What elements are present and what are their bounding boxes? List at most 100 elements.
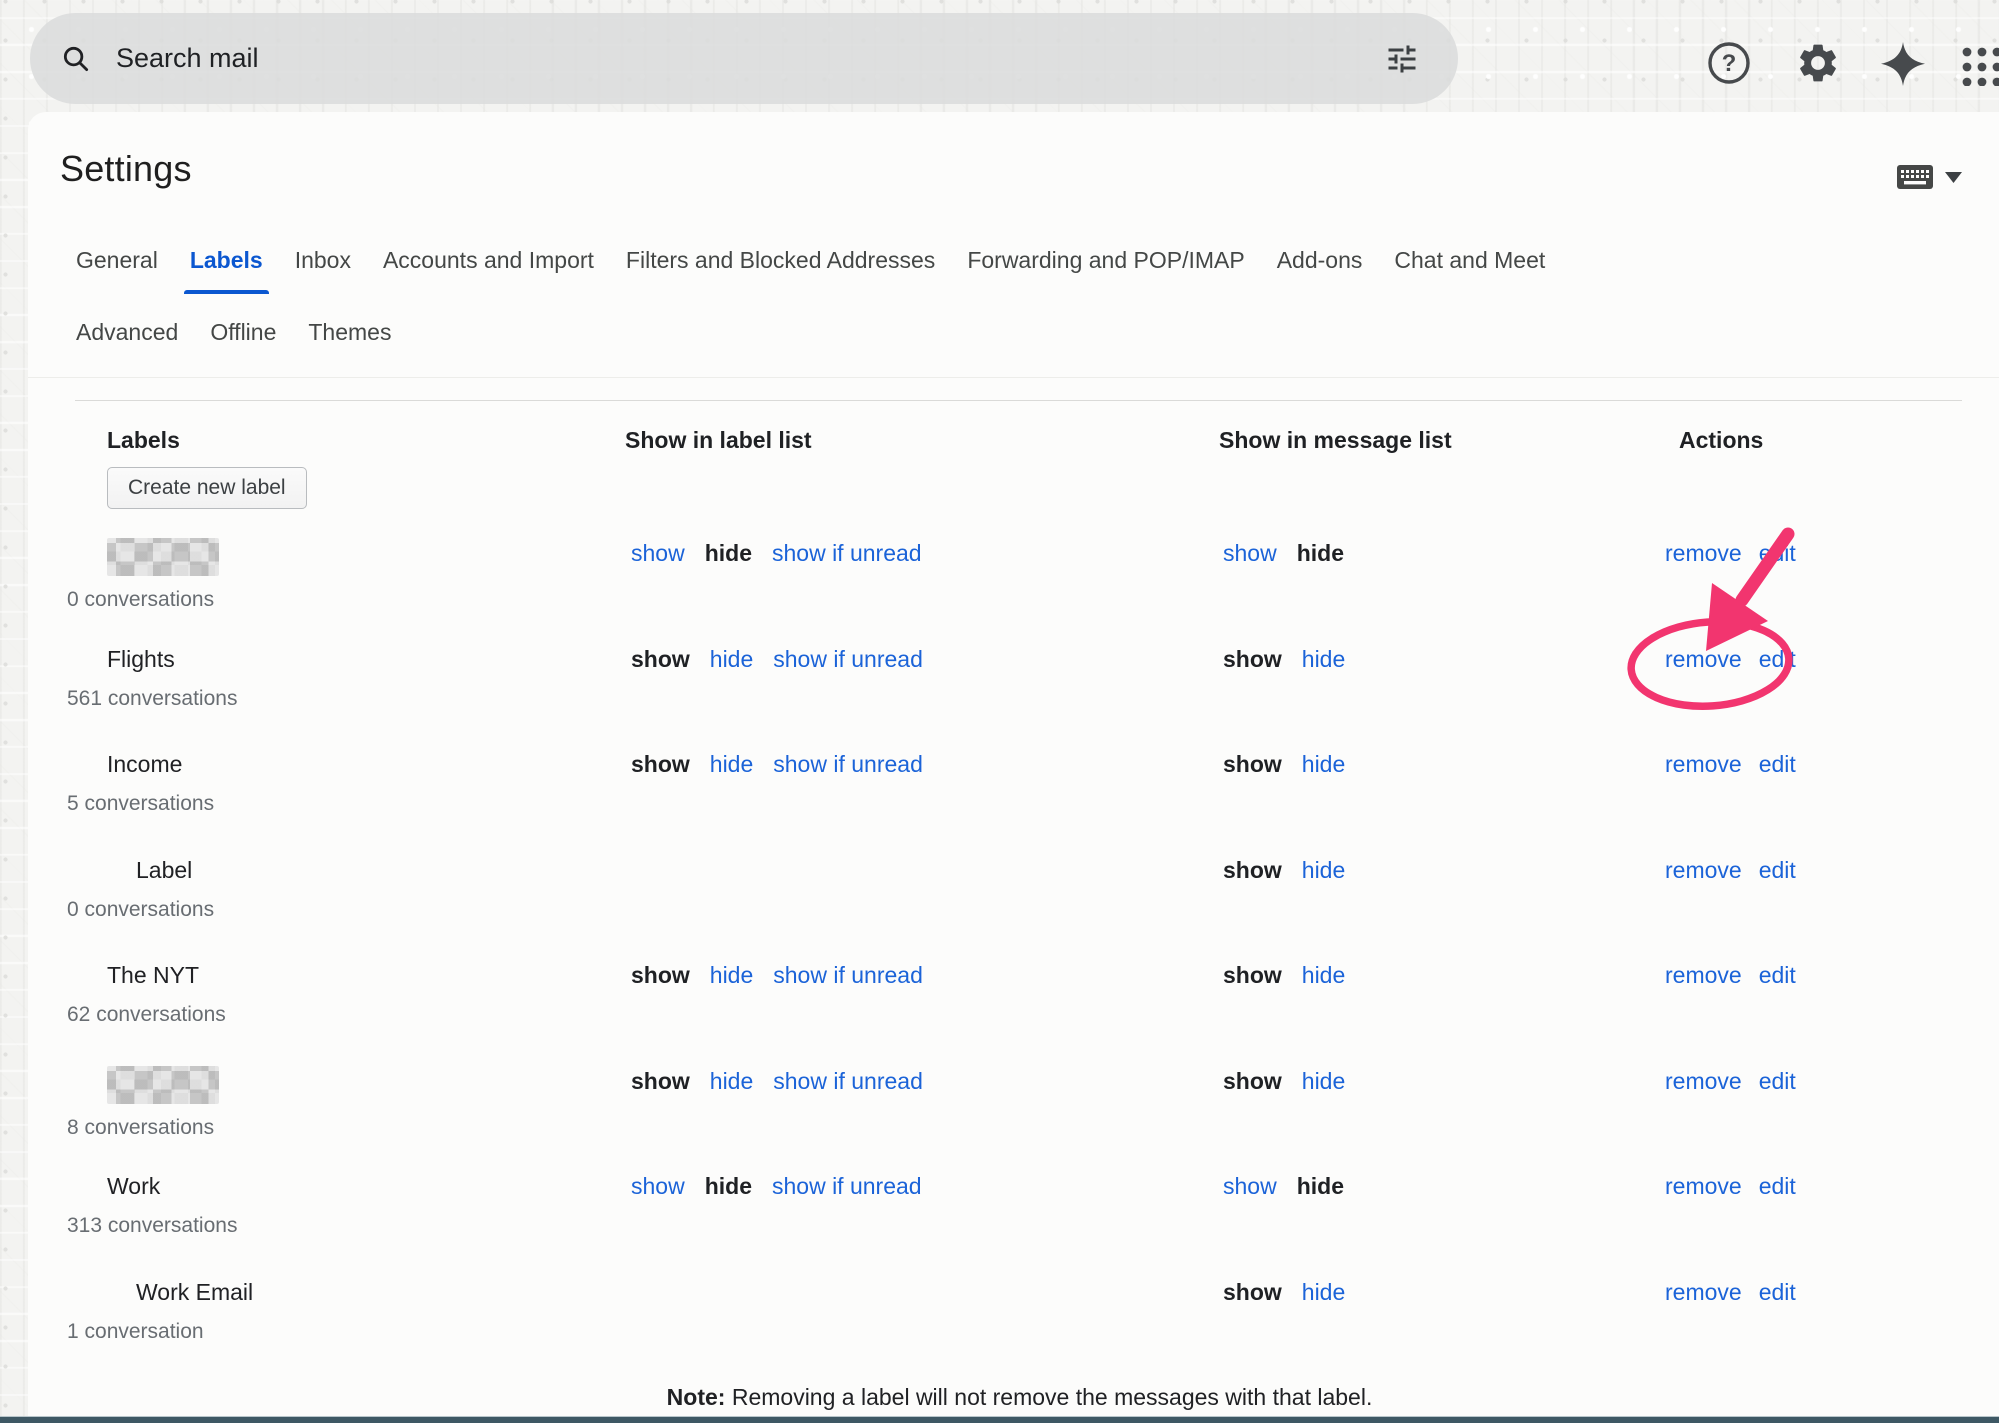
footer-note: Note: Removing a label will not remove t… <box>60 1382 1979 1413</box>
hide-link[interactable]: hide <box>710 644 753 675</box>
actions-options: remove edit <box>1665 1277 1979 1374</box>
hide-link[interactable]: hide <box>710 749 753 780</box>
search-input[interactable]: Search mail <box>30 13 1458 104</box>
remove-link[interactable]: remove <box>1665 855 1742 886</box>
edit-link[interactable]: edit <box>1759 749 1796 780</box>
show-in-message-list-options: show hide <box>1210 1066 1665 1163</box>
tab-advanced[interactable]: Advanced <box>75 315 179 366</box>
hide-option[interactable]: hide <box>705 1171 752 1202</box>
show-in-label-list-options: show hide show if unread <box>622 644 1210 741</box>
tab-themes[interactable]: Themes <box>307 315 392 366</box>
show-if-unread-link[interactable]: show if unread <box>773 749 923 780</box>
gmail-settings-page: { "topbar": { "search_placeholder": "Sea… <box>0 0 1999 1423</box>
show-option[interactable]: show <box>1223 960 1282 991</box>
show-if-unread-link[interactable]: show if unread <box>773 644 923 675</box>
remove-link[interactable]: remove <box>1665 1277 1742 1308</box>
show-in-label-list-options: show hide show if unread <box>622 538 1210 635</box>
hide-option[interactable]: hide <box>705 538 752 569</box>
keyboard-icon <box>1896 164 1934 190</box>
tab-general[interactable]: General <box>75 243 159 294</box>
tab-add-ons[interactable]: Add-ons <box>1276 243 1364 294</box>
remove-link[interactable]: remove <box>1665 644 1742 675</box>
tab-forwarding-and-pop-imap[interactable]: Forwarding and POP/IMAP <box>966 243 1245 294</box>
hide-link[interactable]: hide <box>1302 960 1345 991</box>
help-icon[interactable]: ? <box>1706 40 1752 86</box>
show-if-unread-link[interactable]: show if unread <box>772 538 922 569</box>
conversations-count: 561 conversations <box>60 686 622 712</box>
tab-chat-and-meet[interactable]: Chat and Meet <box>1393 243 1546 294</box>
remove-link[interactable]: remove <box>1665 960 1742 991</box>
label-row: Work Email 1 conversation showhide remov… <box>60 1268 1979 1374</box>
show-if-unread-link[interactable]: show if unread <box>772 1171 922 1202</box>
redacted-label-name <box>107 538 219 576</box>
edit-link[interactable]: edit <box>1759 855 1796 886</box>
hide-link[interactable]: hide <box>710 960 753 991</box>
show-option[interactable]: show <box>1223 749 1282 780</box>
edit-link[interactable]: edit <box>1759 1066 1796 1097</box>
hide-link[interactable]: hide <box>1302 644 1345 675</box>
show-option[interactable]: show <box>1223 1066 1282 1097</box>
show-option[interactable]: show <box>1223 1277 1282 1308</box>
show-option[interactable]: show <box>631 960 690 991</box>
show-link[interactable]: show <box>1223 1171 1277 1202</box>
hide-link[interactable]: hide <box>1302 749 1345 780</box>
input-tools-toggle[interactable] <box>1896 164 1963 190</box>
show-in-label-list-options: show hide show if unread <box>622 749 1210 846</box>
show-if-unread-link[interactable]: show if unread <box>773 960 923 991</box>
show-option[interactable]: show <box>1223 644 1282 675</box>
label-row: Flights 561 conversations showhideshow i… <box>60 635 1979 741</box>
label-row: Work 313 conversations showhideshow if u… <box>60 1162 1979 1268</box>
hide-option[interactable]: hide <box>1297 1171 1344 1202</box>
label-row: Income 5 conversations showhideshow if u… <box>60 740 1979 846</box>
hide-link[interactable]: hide <box>1302 855 1345 886</box>
note-text: Removing a label will not remove the mes… <box>725 1384 1372 1410</box>
show-link[interactable]: show <box>631 1171 685 1202</box>
create-new-label-button[interactable]: Create new label <box>107 467 307 509</box>
settings-gear-icon[interactable] <box>1795 40 1841 86</box>
tab-labels[interactable]: Labels <box>189 243 264 294</box>
show-link[interactable]: show <box>1223 538 1277 569</box>
conversations-count: 62 conversations <box>60 1002 622 1028</box>
label-row: The NYT 62 conversations showhideshow if… <box>60 951 1979 1057</box>
tab-offline[interactable]: Offline <box>209 315 277 366</box>
actions-options: remove edit <box>1665 1066 1979 1163</box>
section-divider <box>28 377 1999 378</box>
remove-link[interactable]: remove <box>1665 1066 1742 1097</box>
show-option[interactable]: show <box>631 644 690 675</box>
label-row: 0 conversations showhideshow if unread s… <box>60 529 1979 635</box>
show-option[interactable]: show <box>631 1066 690 1097</box>
show-option[interactable]: show <box>1223 855 1282 886</box>
gemini-sparkle-icon[interactable] <box>1879 40 1925 86</box>
label-row: Label 0 conversations showhide removeedi… <box>60 846 1979 952</box>
show-in-message-list-options: show hide <box>1210 960 1665 1057</box>
show-if-unread-link[interactable]: show if unread <box>773 1066 923 1097</box>
show-option[interactable]: show <box>631 749 690 780</box>
remove-link[interactable]: remove <box>1665 1171 1742 1202</box>
hide-option[interactable]: hide <box>1297 538 1344 569</box>
edit-link[interactable]: edit <box>1759 1171 1796 1202</box>
tab-inbox[interactable]: Inbox <box>294 243 352 294</box>
search-options-icon[interactable] <box>1384 41 1420 77</box>
edit-link[interactable]: edit <box>1759 1277 1796 1308</box>
label-name: Work Email <box>60 1277 622 1308</box>
show-link[interactable]: show <box>631 538 685 569</box>
page-title: Settings <box>60 148 192 190</box>
remove-link[interactable]: remove <box>1665 538 1742 569</box>
tab-accounts-and-import[interactable]: Accounts and Import <box>382 243 595 294</box>
actions-options: remove edit <box>1665 960 1979 1057</box>
remove-link[interactable]: remove <box>1665 749 1742 780</box>
hide-link[interactable]: hide <box>710 1066 753 1097</box>
hide-link[interactable]: hide <box>1302 1277 1345 1308</box>
edit-link[interactable]: edit <box>1759 644 1796 675</box>
column-header-show-in-label-list: Show in label list <box>622 420 1210 460</box>
edit-link[interactable]: edit <box>1759 960 1796 991</box>
hide-link[interactable]: hide <box>1302 1066 1345 1097</box>
tab-filters-and-blocked-addresses[interactable]: Filters and Blocked Addresses <box>625 243 936 294</box>
edit-link[interactable]: edit <box>1759 538 1796 569</box>
actions-options: remove edit <box>1665 1171 1979 1268</box>
show-in-message-list-options: show hide <box>1210 1171 1665 1268</box>
apps-grid-icon[interactable] <box>1958 40 1999 86</box>
show-in-label-list-options: show hide show if unread <box>622 960 1210 1057</box>
show-in-label-list-options <box>622 855 1210 952</box>
show-in-label-list-options <box>622 1277 1210 1374</box>
